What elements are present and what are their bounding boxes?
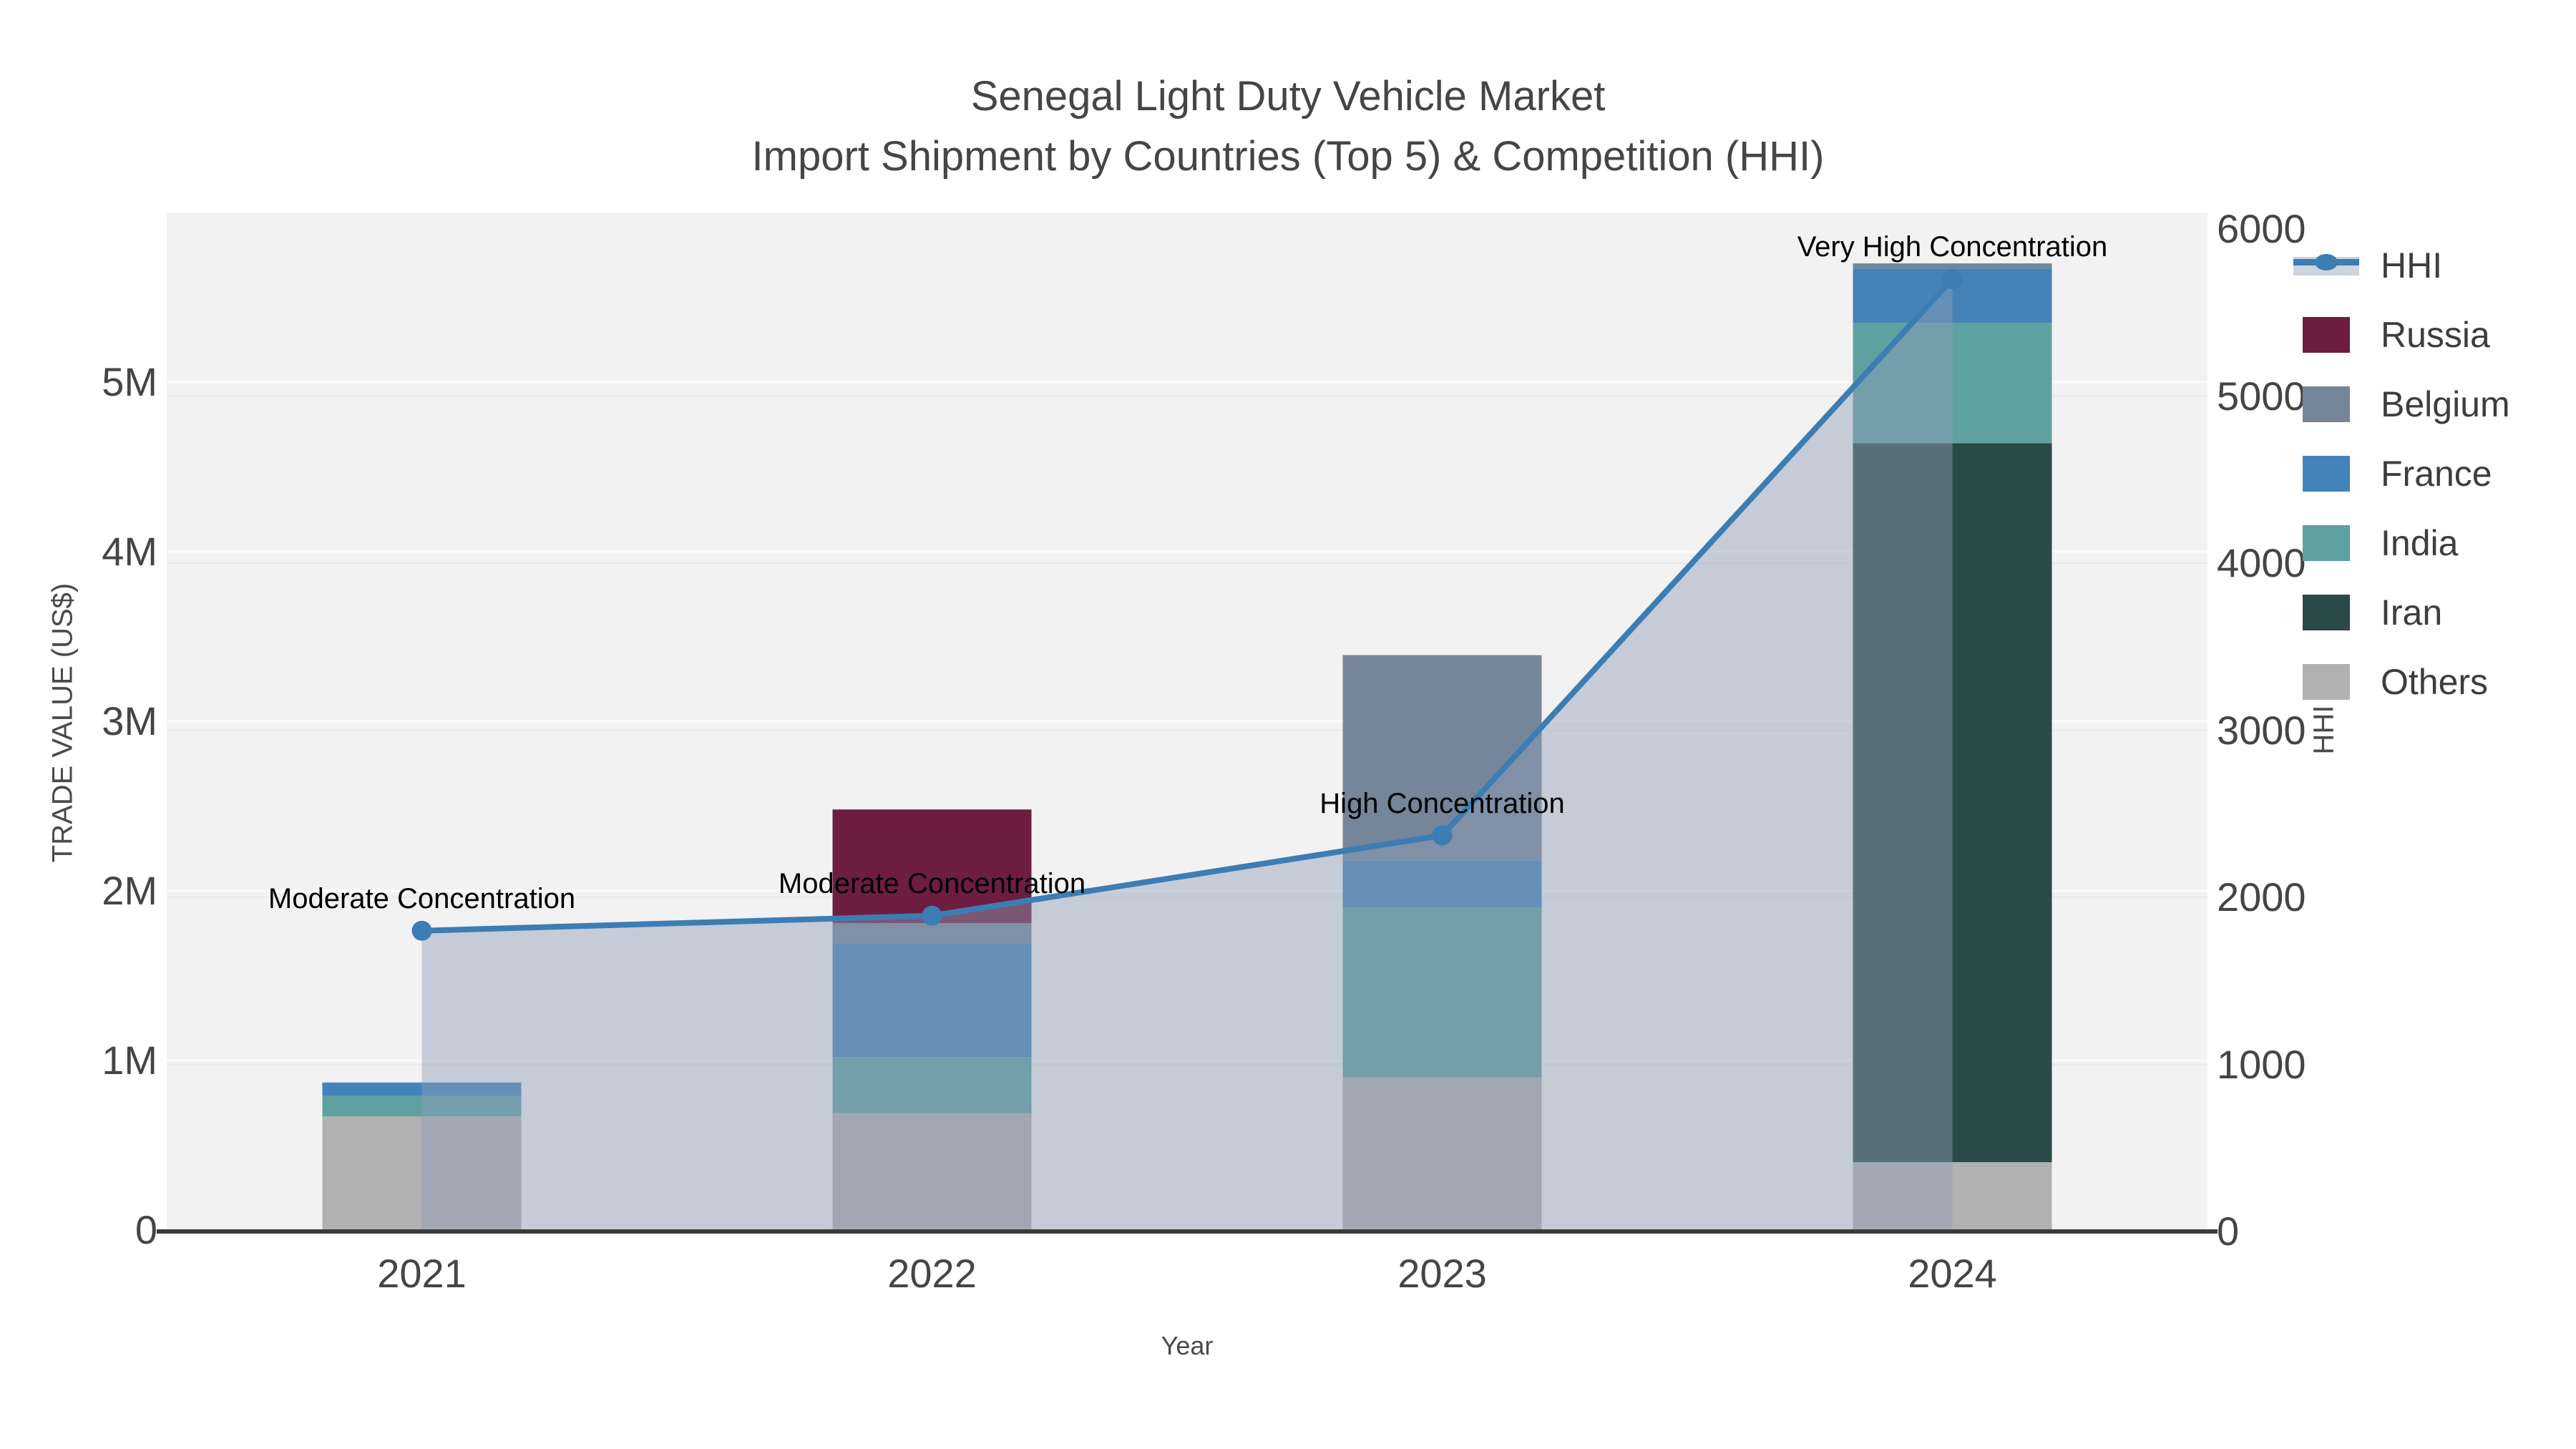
legend-color-swatch — [2303, 455, 2350, 492]
y-right-tick-6000: 6000 — [2217, 206, 2306, 251]
legend-label-others: Others — [2381, 661, 2489, 702]
legend-item-russia[interactable]: Russia — [2293, 300, 2576, 369]
x-tick-2024: 2024 — [1908, 1251, 1997, 1296]
legend: HHI Russia Belgium France India Iran Others — [2293, 230, 2576, 716]
x-tick-2022: 2022 — [887, 1251, 977, 1296]
plot-area[interactable] — [0, 0, 2576, 1449]
x-tick-2023: 2023 — [1397, 1251, 1487, 1296]
annotation-2021: Moderate Concentration — [268, 882, 576, 914]
hhi-marker-2022[interactable] — [922, 905, 942, 926]
y-left-tick-2M: 2M — [102, 868, 157, 913]
annotation-2023: High Concentration — [1319, 787, 1565, 819]
hhi-marker-2024[interactable] — [1942, 269, 1963, 290]
legend-label-india: India — [2381, 522, 2459, 563]
y-left-tick-5M: 5M — [102, 359, 157, 404]
legend-item-belgium[interactable]: Belgium — [2293, 369, 2576, 439]
legend-item-iran[interactable]: Iran — [2293, 577, 2576, 647]
y-right-tick-2000: 2000 — [2217, 874, 2306, 919]
chart-title-line2: Import Shipment by Countries (Top 5) & C… — [751, 133, 1825, 180]
legend-hhi-line-icon — [2293, 247, 2359, 284]
legend-item-hhi[interactable]: HHI — [2293, 230, 2576, 300]
chart-title-line1: Senegal Light Duty Vehicle Market — [970, 73, 1606, 119]
legend-color-swatch — [2303, 663, 2350, 700]
annotation-2022: Moderate Concentration — [778, 867, 1086, 899]
y-left-tick-1M: 1M — [102, 1038, 157, 1083]
legend-item-others[interactable]: Others — [2293, 647, 2576, 716]
legend-swatch-icon-iran — [2293, 594, 2359, 631]
legend-label-russia: Russia — [2381, 314, 2490, 355]
legend-color-swatch — [2303, 316, 2350, 353]
legend-swatch-icon-russia — [2293, 316, 2359, 353]
x-tick-2021: 2021 — [377, 1251, 467, 1296]
legend-color-swatch — [2303, 594, 2350, 630]
y-right-tick-5000: 5000 — [2217, 373, 2306, 419]
annotation-2024: Very High Concentration — [1797, 231, 2108, 263]
y-axis-title-left: TRADE VALUE (US$) — [47, 582, 79, 863]
legend-color-swatch — [2303, 386, 2350, 422]
bar-segment-belgium-2024[interactable] — [1853, 263, 2052, 269]
legend-swatch-icon-belgium — [2293, 386, 2359, 423]
legend-item-france[interactable]: France — [2293, 439, 2576, 508]
legend-swatch-icon-france — [2293, 455, 2359, 492]
legend-swatch-icon-india — [2293, 525, 2359, 562]
x-axis-line — [157, 1229, 2218, 1234]
y-left-tick-0: 0 — [135, 1207, 157, 1252]
legend-hhi-marker-icon — [2315, 253, 2338, 270]
hhi-marker-2021[interactable] — [411, 920, 432, 941]
y-left-tick-3M: 3M — [102, 698, 157, 743]
legend-label-hhi: HHI — [2381, 245, 2443, 286]
y-right-tick-3000: 3000 — [2217, 707, 2306, 753]
y-left-tick-4M: 4M — [102, 529, 157, 574]
legend-label-belgium: Belgium — [2381, 384, 2510, 424]
legend-item-india[interactable]: India — [2293, 508, 2576, 577]
legend-color-swatch — [2303, 525, 2350, 561]
x-axis-title: Year — [1161, 1331, 1214, 1360]
figure: Senegal Light Duty Vehicle Market Import… — [0, 0, 2576, 1449]
legend-swatch-icon-others — [2293, 663, 2359, 701]
legend-label-iran: Iran — [2381, 592, 2443, 633]
y-right-tick-4000: 4000 — [2217, 540, 2306, 585]
y-right-tick-0: 0 — [2217, 1209, 2240, 1254]
y-right-tick-1000: 1000 — [2217, 1041, 2306, 1087]
hhi-marker-2023[interactable] — [1432, 825, 1453, 846]
legend-label-france: France — [2381, 453, 2492, 494]
